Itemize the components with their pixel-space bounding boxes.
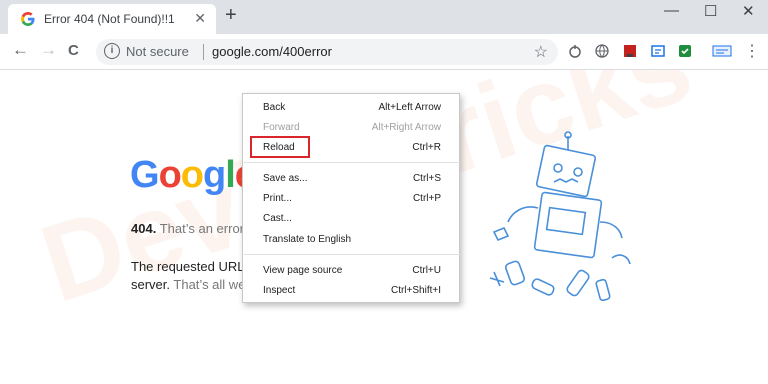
menu-item-print[interactable]: Print... Ctrl+P [243,189,461,209]
error-heading: 404. That’s an error [131,221,244,236]
error-message: The requested URL server. That’s all we [131,258,245,294]
extension-3-icon[interactable] [622,43,638,59]
info-icon[interactable]: i [104,43,120,59]
logo-letter: o [180,154,204,196]
error-message-tail: That’s all we [173,277,246,292]
security-label: Not secure [126,44,189,59]
tab-active[interactable]: Error 404 (Not Found)!!1 ✕ [8,4,216,34]
menu-item-label: Print... [263,193,292,204]
address-bar[interactable]: i Not secure google.com/400error ☆ [96,39,558,65]
bookmark-star-icon[interactable]: ☆ [534,42,548,62]
toolbar: ← → C i Not secure google.com/400error ☆… [0,34,768,70]
menu-item-shortcut: Ctrl+Shift+I [390,285,441,296]
menu-item-shortcut: Ctrl+U [412,265,441,276]
extension-2-icon[interactable] [594,43,610,59]
back-button[interactable]: ← [12,40,29,60]
context-menu: Back Alt+Left Arrow Forward Alt+Right Ar… [242,93,460,303]
maximize-button[interactable]: ☐ [704,2,717,20]
menu-item-shortcut: Alt+Right Arrow [371,122,441,133]
url-text[interactable]: google.com/400error [212,44,332,59]
google-favicon-icon [21,12,35,26]
menu-item-back[interactable]: Back Alt+Left Arrow [243,98,461,118]
reload-button[interactable]: C [68,42,79,59]
menu-separator [244,162,460,163]
omnibox-divider [203,44,204,60]
menu-item-shortcut: Ctrl+S [412,173,441,184]
menu-item-label: Translate to English [263,234,352,245]
menu-item-label: Forward [263,122,300,133]
menu-item-view-source[interactable]: View page source Ctrl+U [243,261,461,281]
browser-menu-icon[interactable]: ⋮ [744,41,760,61]
menu-item-shortcut: Ctrl+R [412,142,441,153]
extension-5-icon[interactable] [677,43,693,59]
tab-close-icon[interactable]: ✕ [194,10,206,27]
menu-item-label: Back [263,102,286,113]
menu-item-shortcut: Alt+Left Arrow [378,102,441,113]
error-message-line-1: The requested URL [131,259,245,274]
menu-item-cast[interactable]: Cast... [243,209,461,229]
logo-letter: l [225,154,236,196]
browser-window: Error 404 (Not Found)!!1 ✕ + — ☐ ✕ ← → C… [0,0,768,384]
tab-strip: Error 404 (Not Found)!!1 ✕ + — ☐ ✕ [0,0,768,34]
error-code: 404. [131,221,157,236]
menu-item-label: Cast... [263,213,292,224]
close-window-button[interactable]: ✕ [742,2,755,20]
logo-letter: G [130,154,160,196]
error-short: That’s an error [159,221,244,236]
menu-separator [244,254,460,255]
extension-6-icon[interactable] [712,43,732,59]
menu-item-reload[interactable]: Reload Ctrl+R [243,136,461,158]
menu-item-shortcut: Ctrl+P [412,193,441,204]
menu-item-label: Save as... [263,173,308,184]
menu-item-forward[interactable]: Forward Alt+Right Arrow [243,118,461,138]
menu-item-label: Inspect [263,285,296,296]
page-content: DeviceTricks Google 404. That’s an error… [0,70,768,384]
menu-item-label: Reload [263,142,295,153]
new-tab-button[interactable]: + [225,5,237,25]
menu-item-save-as[interactable]: Save as... Ctrl+S [243,169,461,189]
error-message-server: server. [131,277,171,292]
google-logo: Google [130,154,256,197]
forward-button[interactable]: → [40,40,57,60]
tab-title: Error 404 (Not Found)!!1 [44,12,175,26]
extension-1-icon[interactable] [567,43,583,59]
logo-letter: g [203,154,226,196]
menu-item-label: View page source [263,265,343,276]
minimize-button[interactable]: — [664,2,679,19]
logo-letter: o [158,154,182,196]
extension-4-icon[interactable] [650,43,666,59]
menu-item-inspect[interactable]: Inspect Ctrl+Shift+I [243,281,461,301]
menu-item-translate[interactable]: Translate to English [243,230,461,250]
error-message-line-2: server. That’s all we [131,276,245,294]
broken-robot-illustration [489,131,631,302]
